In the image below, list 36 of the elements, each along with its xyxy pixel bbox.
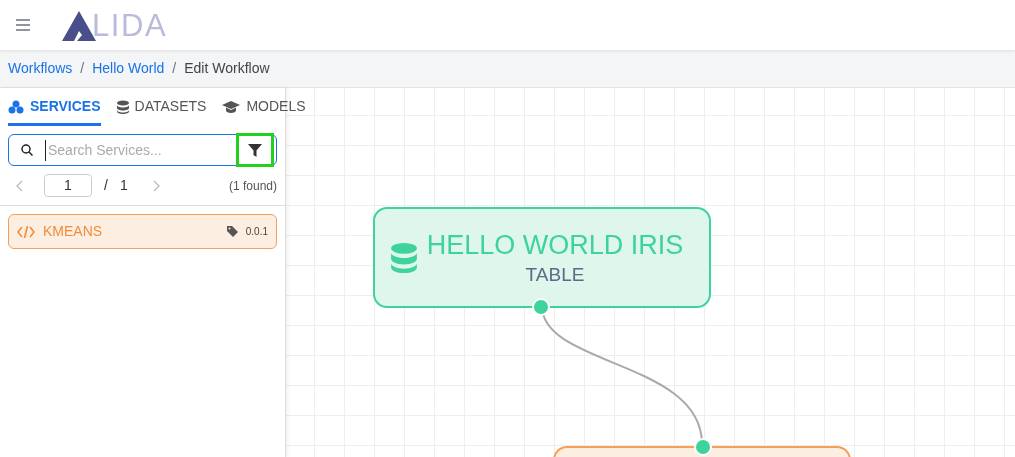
node-subtitle: TABLE [525,262,585,287]
breadcrumb-link[interactable]: Hello World [92,58,165,79]
filter-button[interactable] [236,133,274,167]
search-field[interactable]: Search Services... [8,134,277,166]
cubes-icon [8,99,24,114]
output-port[interactable] [532,298,550,316]
previous-page-icon[interactable] [16,179,24,192]
service-item[interactable]: KMEANS 0.0.1 [8,214,277,249]
filter-icon [248,143,262,157]
search-input[interactable]: Search Services... [45,139,236,161]
triangle-logo-icon [62,10,96,41]
logo: LIDA [62,9,168,41]
version-label: 0.0.1 [245,225,268,239]
code-icon [17,225,35,238]
service-name: KMEANS [43,222,103,241]
dataset-node[interactable]: HELLO WORLD IRIS TABLE [373,207,711,308]
graduation-cap-icon [222,99,241,114]
database-icon [116,99,129,114]
page-separator: / [104,176,108,195]
tag-icon [226,226,238,237]
sidebar-tab[interactable]: SERVICES [8,96,101,126]
results-count: (1 found) [228,177,277,195]
sidebar-tab[interactable]: MODELS [222,96,306,126]
database-icon [391,242,417,273]
node-title: HELLO WORLD IRIS [426,228,684,262]
search-icon [21,144,33,156]
breadcrumb-separator: / [80,59,85,78]
breadcrumb-current: Edit Workflow [184,59,270,78]
menu-icon[interactable] [16,19,30,31]
page-input[interactable]: 1 [44,174,92,197]
page-total: 1 [119,176,128,195]
input-port[interactable] [694,438,712,456]
breadcrumb-link[interactable]: Workflows [8,58,73,79]
sidebar-tab[interactable]: DATASETS [116,96,207,126]
next-page-icon[interactable] [151,179,160,192]
breadcrumb-separator: / [172,59,177,78]
